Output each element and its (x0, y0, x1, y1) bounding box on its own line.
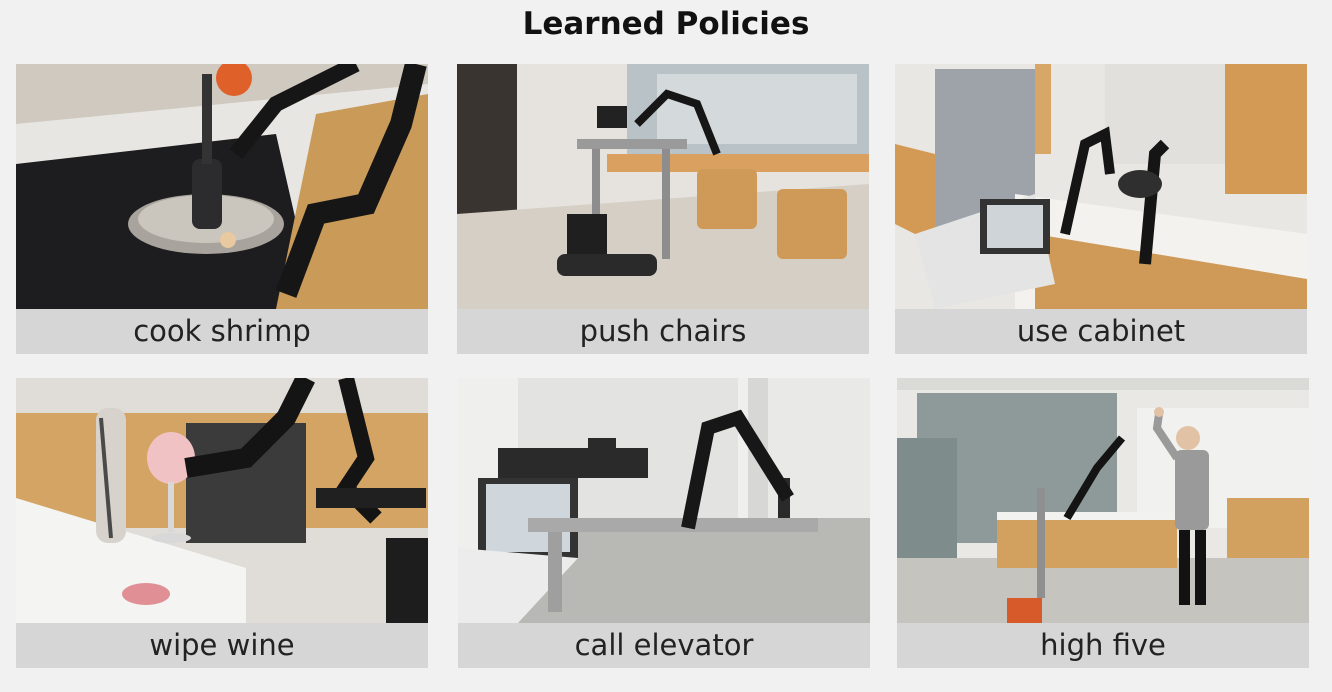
caption-wipe-wine: wipe wine (16, 623, 428, 668)
page-title: Learned Policies (522, 6, 810, 42)
caption-use-cabinet: use cabinet (895, 309, 1307, 354)
policy-tile-use-cabinet: use cabinet (895, 64, 1307, 355)
robot-cooking-shrimp-photo (16, 64, 428, 309)
policy-tile-push-chairs: push chairs (457, 64, 869, 355)
robot-pushing-chairs-photo (457, 64, 869, 309)
policy-tile-high-five: high five (897, 378, 1309, 669)
caption-call-elevator: call elevator (458, 623, 870, 668)
policy-tile-cook-shrimp: cook shrimp (16, 64, 428, 355)
robot-using-cabinet-photo (895, 64, 1307, 309)
robot-wiping-wine-photo (16, 378, 428, 623)
policy-tile-wipe-wine: wipe wine (16, 378, 428, 669)
caption-cook-shrimp: cook shrimp (16, 309, 428, 354)
policy-tile-call-elevator: call elevator (458, 378, 870, 669)
caption-high-five: high five (897, 623, 1309, 668)
caption-push-chairs: push chairs (457, 309, 869, 354)
robot-calling-elevator-photo (458, 378, 870, 623)
robot-high-five-photo (897, 378, 1309, 623)
